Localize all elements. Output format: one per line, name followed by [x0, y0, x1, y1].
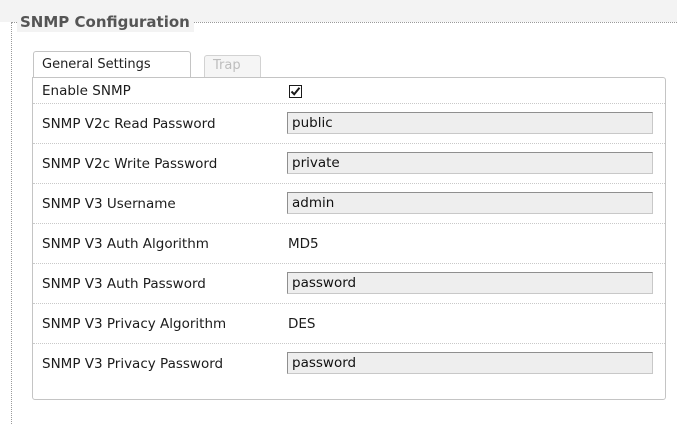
v3-username-label: SNMP V3 Username — [42, 196, 176, 212]
v3-username-input[interactable]: admin — [287, 192, 653, 214]
tab-trap[interactable]: Trap — [204, 55, 261, 77]
v2c-read-password-input[interactable]: public — [287, 112, 653, 134]
v3-auth-algorithm-label: SNMP V3 Auth Algorithm — [42, 236, 209, 252]
v3-privacy-password-input[interactable]: password — [287, 352, 653, 374]
row-enable-snmp: Enable SNMP — [33, 78, 665, 104]
tab-general-settings[interactable]: General Settings — [33, 51, 191, 77]
row-v2c-write-password: SNMP V2c Write Password private — [33, 144, 665, 184]
row-v3-auth-algorithm: SNMP V3 Auth Algorithm MD5 — [33, 224, 665, 264]
enable-snmp-checkbox[interactable] — [289, 85, 302, 98]
v2c-read-password-label: SNMP V2c Read Password — [42, 116, 216, 132]
enable-snmp-label: Enable SNMP — [42, 83, 131, 99]
v3-auth-password-label: SNMP V3 Auth Password — [42, 276, 206, 292]
v2c-write-password-input[interactable]: private — [287, 152, 653, 174]
v3-privacy-password-label: SNMP V3 Privacy Password — [42, 356, 224, 372]
snmp-configuration-page: SNMP Configuration General Settings Trap… — [0, 0, 677, 424]
row-v3-username: SNMP V3 Username admin — [33, 184, 665, 224]
row-v2c-read-password: SNMP V2c Read Password public — [33, 104, 665, 144]
v3-auth-algorithm-value: MD5 — [288, 236, 319, 252]
section-title: SNMP Configuration — [17, 12, 194, 32]
v3-privacy-algorithm-value: DES — [288, 316, 316, 332]
general-settings-panel: Enable SNMP SNMP V2c Read Password publi… — [32, 77, 666, 400]
row-v3-auth-password: SNMP V3 Auth Password password — [33, 264, 665, 304]
row-v3-privacy-password: SNMP V3 Privacy Password password — [33, 344, 665, 384]
v3-privacy-algorithm-label: SNMP V3 Privacy Algorithm — [42, 316, 227, 332]
checkmark-icon — [290, 87, 301, 96]
v2c-write-password-label: SNMP V2c Write Password — [42, 156, 218, 172]
v3-auth-password-input[interactable]: password — [287, 272, 653, 294]
row-v3-privacy-algorithm: SNMP V3 Privacy Algorithm DES — [33, 304, 665, 344]
